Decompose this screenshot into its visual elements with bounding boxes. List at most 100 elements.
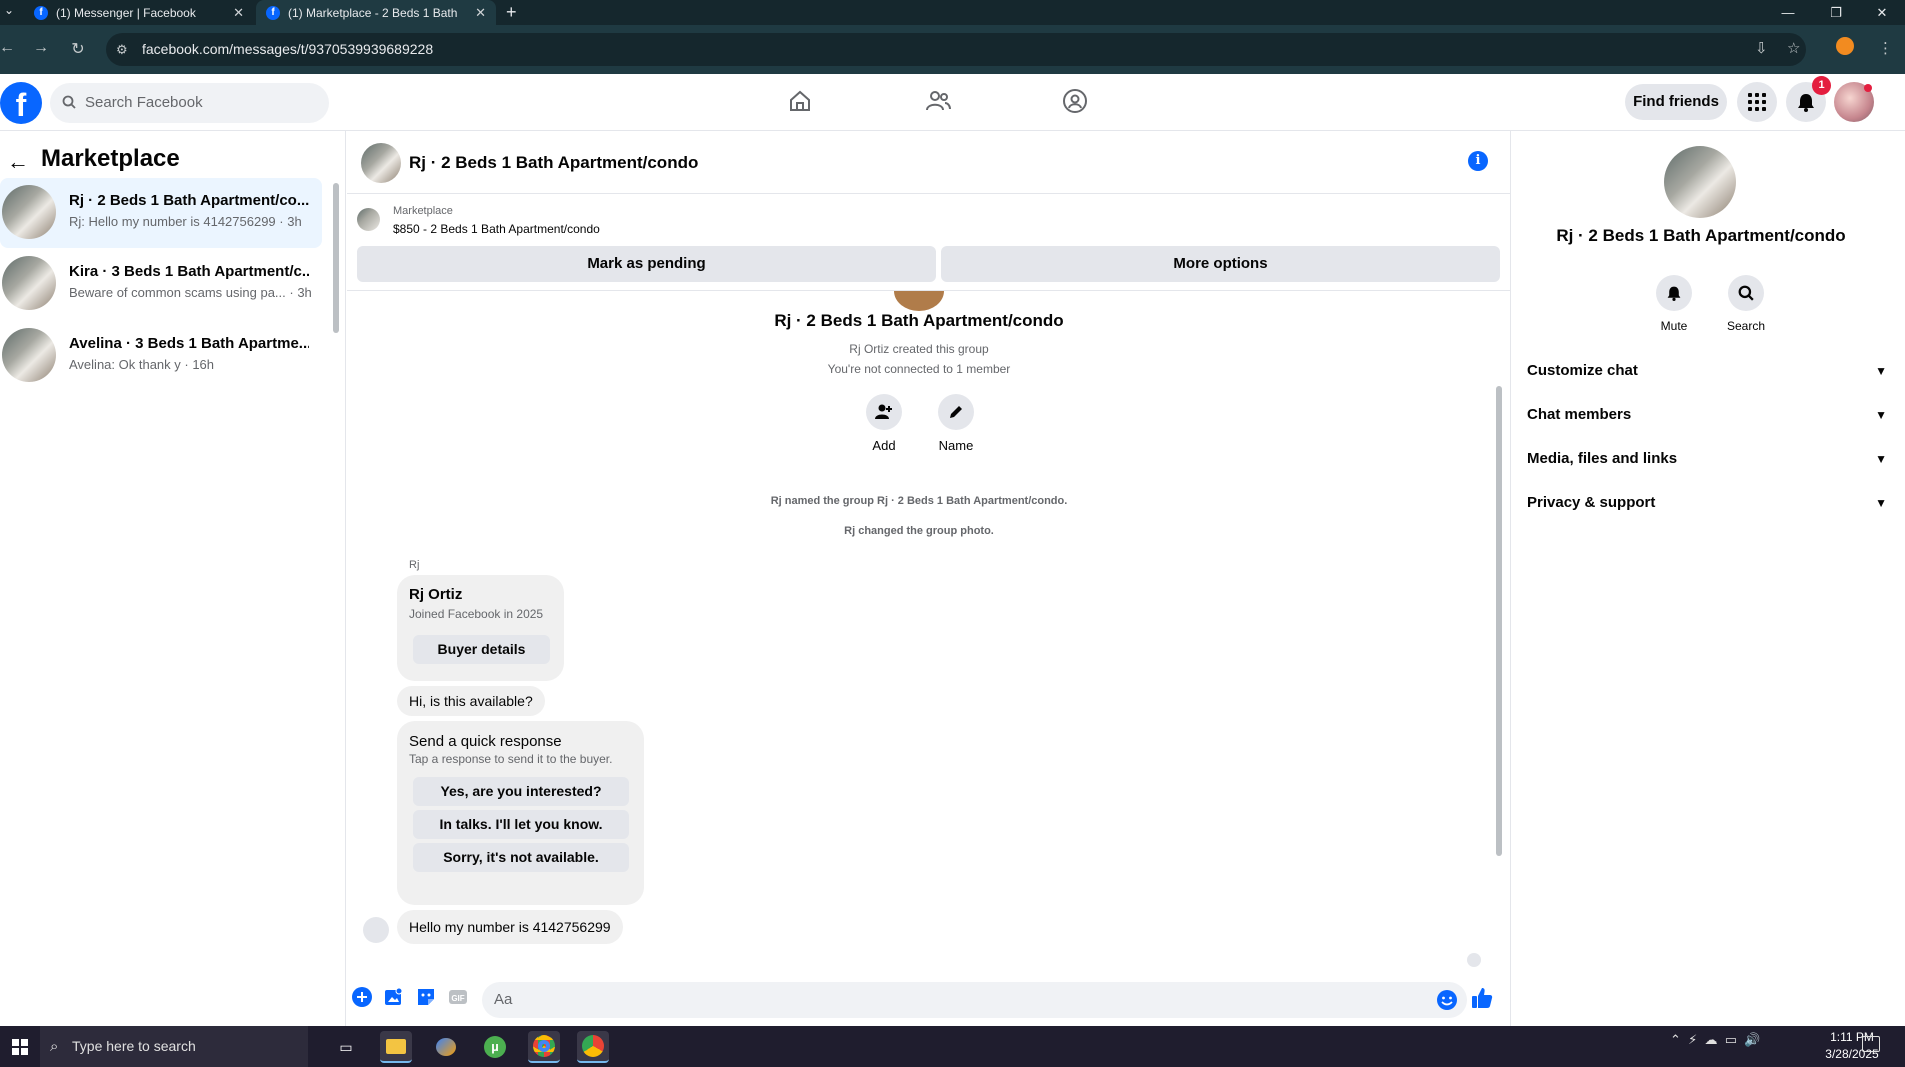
pencil-icon: [950, 406, 962, 418]
friends-icon[interactable]: [925, 88, 951, 114]
quick-response-option[interactable]: Sorry, it's not available.: [413, 843, 629, 872]
media-files-links-section[interactable]: Media, files and links ▼: [1527, 444, 1887, 474]
thread-scrollbar[interactable]: [1496, 386, 1502, 856]
message-input[interactable]: Aa: [482, 982, 1467, 1018]
back-arrow-icon[interactable]: ←: [7, 149, 29, 175]
install-app-icon[interactable]: ⇩: [1755, 39, 1768, 57]
utorrent-icon[interactable]: µ: [479, 1031, 511, 1063]
mute-button[interactable]: Mute: [1644, 275, 1704, 333]
inbox-scrollbar[interactable]: [333, 183, 339, 333]
groups-icon[interactable]: [1062, 88, 1088, 114]
address-bar[interactable]: ⚙ facebook.com/messages/t/93705399396892…: [106, 33, 1806, 66]
task-view-icon[interactable]: ▭: [330, 1031, 362, 1063]
chat-header: Rj · 2 Beds 1 Bath Apartment/condo i: [347, 131, 1510, 194]
conversation-name: Rj · 2 Beds 1 Bath Apartment/co...: [69, 192, 309, 209]
conversation-item[interactable]: Avelina · 3 Beds 1 Bath Apartme... Aveli…: [0, 321, 322, 391]
chrome-icon[interactable]: [528, 1031, 560, 1063]
privacy-support-section[interactable]: Privacy & support ▼: [1527, 488, 1887, 518]
chevron-down-icon: ▼: [1875, 496, 1887, 510]
chat-members-section[interactable]: Chat members ▼: [1527, 400, 1887, 430]
listing-thumbnail[interactable]: [357, 208, 380, 231]
listing-title[interactable]: $850 - 2 Beds 1 Bath Apartment/condo: [393, 222, 600, 236]
profile-name: Rj Ortiz: [409, 586, 463, 603]
conversation-item[interactable]: Kira · 3 Beds 1 Bath Apartment/c... Bewa…: [0, 249, 322, 319]
quick-response-option[interactable]: In talks. I'll let you know.: [413, 810, 629, 839]
thumbs-up-icon[interactable]: [1470, 986, 1494, 1010]
quick-response-card: Send a quick response Tap a response to …: [397, 721, 644, 905]
plus-circle-icon[interactable]: [352, 987, 372, 1007]
add-person-icon: [875, 404, 892, 419]
search-icon: [1738, 285, 1754, 301]
new-tab-button[interactable]: +: [506, 0, 517, 25]
browser-tab-strip: ⌄ f (1) Messenger | Facebook ✕ f (1) Mar…: [0, 0, 1905, 25]
taskbar-clock[interactable]: 1:11 PM 3/28/2025: [1812, 1029, 1892, 1063]
site-info-icon[interactable]: ⚙: [116, 33, 128, 66]
system-tray[interactable]: ⌃ ⚡ ☁ ▭ 🔊: [1670, 1032, 1760, 1048]
more-options-button[interactable]: More options: [941, 246, 1500, 282]
close-tab-icon[interactable]: ✕: [475, 5, 486, 21]
search-icon: ⌕: [50, 1038, 59, 1055]
add-member-button[interactable]: Add: [849, 394, 919, 453]
chat-details-panel: Rj · 2 Beds 1 Bath Apartment/condo Mute …: [1510, 131, 1905, 1026]
back-icon[interactable]: ←: [0, 39, 18, 57]
bell-icon: [1667, 286, 1681, 301]
mute-label: Mute: [1660, 319, 1688, 333]
facebook-favicon-icon: f: [34, 5, 48, 20]
quick-response-option[interactable]: Yes, are you interested?: [413, 777, 629, 806]
group-name: Rj · 2 Beds 1 Bath Apartment/condo: [774, 311, 1064, 330]
home-icon[interactable]: [787, 88, 813, 114]
restore-button[interactable]: ❐: [1813, 0, 1859, 25]
tab-title: (1) Marketplace - 2 Beds 1 Bath: [288, 5, 458, 20]
close-tab-icon[interactable]: ✕: [233, 5, 244, 21]
search-label: Search: [1726, 319, 1766, 333]
details-title: Rj · 2 Beds 1 Bath Apartment/condo: [1556, 226, 1846, 245]
customize-chat-section[interactable]: Customize chat ▼: [1527, 356, 1887, 386]
tab-search-icon[interactable]: ⌄: [4, 3, 14, 17]
find-friends-button[interactable]: Find friends: [1625, 84, 1727, 120]
forward-icon[interactable]: →: [30, 39, 52, 57]
section-label: Media, files and links: [1527, 450, 1678, 467]
paint-app-icon[interactable]: [430, 1031, 462, 1063]
minimize-button[interactable]: —: [1765, 0, 1811, 25]
group-photo: [894, 291, 944, 311]
buyer-details-button[interactable]: Buyer details: [413, 635, 550, 664]
mark-as-pending-button[interactable]: Mark as pending: [357, 246, 936, 282]
section-label: Chat members: [1527, 406, 1632, 423]
info-icon[interactable]: i: [1468, 151, 1488, 171]
group-created-text: Rj Ortiz created this group: [849, 342, 989, 356]
gif-icon[interactable]: GIF: [448, 987, 468, 1007]
notification-center-icon[interactable]: [1862, 1036, 1880, 1052]
facebook-logo-icon[interactable]: f: [0, 82, 42, 124]
conversation-item[interactable]: Rj · 2 Beds 1 Bath Apartment/co... Rj: H…: [0, 178, 322, 248]
chat-title[interactable]: Rj · 2 Beds 1 Bath Apartment/condo: [409, 153, 698, 173]
emoji-icon[interactable]: [1436, 989, 1458, 1011]
sticker-icon[interactable]: [416, 987, 436, 1007]
bookmark-star-icon[interactable]: ☆: [1787, 39, 1800, 57]
windows-taskbar: ⌕ Type here to search ▭ µ ⌃ ⚡ ☁ ▭ 🔊 1:11 …: [0, 1026, 1905, 1067]
menu-grid-button[interactable]: [1737, 82, 1777, 122]
conversation-name: Avelina · 3 Beds 1 Bath Apartme...: [69, 335, 309, 352]
close-window-button[interactable]: ✕: [1859, 0, 1905, 25]
tab-messenger[interactable]: f (1) Messenger | Facebook ✕: [24, 0, 254, 25]
facebook-header: f Search Facebook Find friends 1: [0, 74, 1905, 131]
reload-icon[interactable]: ↻: [67, 39, 89, 59]
details-avatar[interactable]: [1664, 146, 1736, 218]
chat-avatar[interactable]: [361, 143, 401, 183]
name-group-button[interactable]: Name: [921, 394, 991, 453]
search-conversation-button[interactable]: Search: [1716, 275, 1776, 333]
sender-avatar[interactable]: [363, 917, 389, 943]
profile-icon[interactable]: [1836, 37, 1854, 55]
message-bubble: Hello my number is 4142756299: [397, 910, 623, 944]
taskbar-search[interactable]: ⌕ Type here to search: [40, 1026, 308, 1067]
chrome-profile-icon[interactable]: [577, 1031, 609, 1063]
conversation-preview: Beware of common scams using pa... · 3h: [69, 285, 312, 300]
tab-marketplace[interactable]: f (1) Marketplace - 2 Beds 1 Bath ✕: [256, 0, 496, 25]
start-button[interactable]: [0, 1026, 40, 1067]
search-input[interactable]: Search Facebook: [50, 83, 329, 123]
browser-menu-icon[interactable]: ⋮: [1878, 39, 1893, 57]
file-explorer-icon[interactable]: [380, 1031, 412, 1063]
photo-icon[interactable]: [384, 987, 404, 1007]
clock-time: 1:11 PM: [1830, 1030, 1874, 1044]
grid-icon: [1748, 93, 1766, 111]
search-placeholder: Search Facebook: [85, 94, 203, 111]
